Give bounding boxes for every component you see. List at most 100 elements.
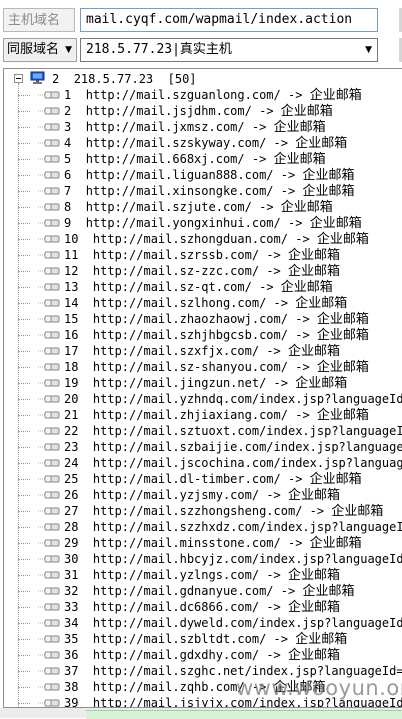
link-icon (38, 315, 60, 323)
link-icon (38, 267, 60, 275)
item-arrow: -> (295, 360, 310, 374)
tree-item-text: 9 http://mail.yongxinhui.com/ -> 企业邮箱 (64, 215, 362, 232)
link-icon (38, 235, 60, 243)
tree-item-text: 27 http://mail.szzhongsheng.com/ -> 企业邮箱 (64, 503, 383, 520)
domain-tree-view[interactable]: 2 218.5.77.23 [50] 1 http://mail.szguanl… (3, 68, 402, 708)
tree-item-text: 25 http://mail.dl-timber.com/ -> 企业邮箱 (64, 471, 362, 488)
item-title: 企业邮箱 (280, 280, 333, 295)
tree-item-text: 16 http://mail.szhjhbgcsb.com/ -> 企业邮箱 (64, 327, 369, 344)
item-title: 企业邮箱 (316, 232, 369, 247)
item-url: http://mail.hbcyjz.com/index.jsp?languag… (92, 552, 402, 566)
item-number: 36 (64, 648, 79, 662)
item-arrow: -> (259, 280, 274, 294)
tree-item-text: 35 http://mail.szbltdt.com/ -> 企业邮箱 (64, 631, 347, 648)
link-icon (38, 347, 60, 355)
item-number: 29 (64, 536, 79, 550)
tree-item-text: 6 http://mail.liguan888.com/ -> 企业邮箱 (64, 167, 354, 184)
tree-item-text: 1 http://mail.szguanlong.com/ -> 企业邮箱 (64, 87, 362, 104)
tree-item-text: 12 http://mail.sz-zzc.com/ -> 企业邮箱 (64, 263, 340, 280)
link-icon (38, 299, 60, 307)
tree-branch-line (18, 335, 30, 336)
item-number: 9 (64, 216, 72, 230)
item-arrow: -> (280, 584, 296, 598)
item-arrow: -> (287, 472, 303, 486)
item-title: 企业邮箱 (331, 504, 384, 519)
item-url: http://mail.zhaozhaowj.com/ (92, 312, 288, 326)
item-title: 企业邮箱 (316, 328, 369, 343)
link-icon (38, 395, 60, 403)
item-arrow: -> (273, 376, 288, 390)
link-icon (38, 107, 60, 115)
item-arrow: -> (273, 632, 288, 646)
item-title: 企业邮箱 (309, 216, 362, 231)
item-title: 企业邮箱 (302, 168, 355, 183)
link-icon (38, 219, 60, 227)
tree-branch-line (18, 127, 30, 128)
tree-branch-line (18, 191, 30, 192)
item-number: 26 (64, 488, 79, 502)
tree-branch-line (18, 511, 30, 512)
tree-item-text: 2 http://mail.jsjdhm.com/ -> 企业邮箱 (64, 103, 333, 120)
link-icon (38, 443, 60, 451)
same-server-row: 同服域名 ▼ 218.5.77.23|真实主机 ▼ (0, 38, 402, 64)
tree-branch-line (18, 175, 30, 176)
item-url: http://mail.gdxdhy.com/ (92, 648, 260, 662)
tree-branch-line (18, 639, 30, 640)
tree-item-text: 31 http://mail.yzlngs.com/ -> 企业邮箱 (64, 567, 340, 584)
item-url: http://mail.jscochina.com/index.jsp?lang… (92, 456, 402, 470)
link-icon (38, 123, 60, 131)
item-arrow: -> (295, 232, 310, 246)
item-url: http://mail.jsjdhm.com/ (85, 104, 252, 118)
link-icon (38, 683, 60, 691)
tree-item-text: 22 http://mail.sztuoxt.com/index.jsp?lan… (64, 423, 402, 439)
item-number: 31 (64, 568, 79, 582)
item-arrow: -> (266, 600, 281, 614)
item-title: 企业邮箱 (288, 488, 341, 503)
item-title: 企业邮箱 (295, 376, 348, 391)
item-url: http://mail.668xj.com/ (85, 152, 245, 166)
tree-item-text: 19 http://mail.jingzun.net/ -> 企业邮箱 (64, 375, 347, 392)
item-arrow: -> (295, 408, 310, 422)
tree-branch-line (18, 319, 30, 320)
item-arrow: -> (266, 344, 281, 358)
item-number: 2 (64, 104, 72, 118)
item-arrow: -> (287, 536, 303, 550)
ip-host-select[interactable]: 218.5.77.23|真实主机 ▼ (80, 38, 378, 62)
item-number: 12 (64, 264, 79, 278)
item-number: 13 (64, 280, 79, 294)
item-number: 1 (64, 88, 72, 102)
item-arrow: -> (273, 296, 288, 310)
item-title: 企业邮箱 (302, 184, 355, 199)
tree-branch-line (18, 367, 30, 368)
tree-branch-line (18, 447, 30, 448)
tree-branch-line (18, 255, 30, 256)
collapse-toggle-icon[interactable] (14, 74, 23, 83)
item-number: 10 (64, 232, 79, 246)
item-title: 企业邮箱 (309, 536, 362, 551)
mode-dropdown[interactable]: 同服域名 ▼ (3, 38, 77, 62)
link-icon (38, 91, 60, 99)
item-title: 企业邮箱 (280, 104, 333, 119)
item-url: http://mail.xinsongke.com/ (85, 184, 274, 198)
item-url: http://mail.zhjiaxiang.com/ (92, 408, 288, 422)
item-url: http://mail.dc6866.com/ (92, 600, 260, 614)
mode-dropdown-label: 同服域名 (7, 42, 60, 57)
link-icon (38, 699, 60, 707)
item-title: 企业邮箱 (288, 648, 341, 663)
tree-item-text: 18 http://mail.sz-shanyou.com/ -> 企业邮箱 (64, 359, 369, 376)
item-url: http://mail.szguanlong.com/ (85, 88, 281, 102)
item-url: http://mail.liguan888.com/ (85, 168, 274, 182)
tree-branch-line (18, 95, 30, 96)
item-title: 企业邮箱 (288, 600, 341, 615)
tree-branch-line (18, 623, 30, 624)
tree-branch-line (18, 159, 30, 160)
item-url: http://mail.yzhndq.com/index.jsp?languag… (92, 392, 402, 406)
tree-item-text: 5 http://mail.668xj.com/ -> 企业邮箱 (64, 151, 326, 168)
item-arrow: -> (251, 120, 267, 134)
tree-item-text: 34 http://mail.dyweld.com/index.jsp?lang… (64, 615, 402, 631)
item-arrow: -> (266, 488, 281, 502)
host-domain-input[interactable]: mail.cyqf.com/wapmail/index.action (80, 8, 378, 32)
tree-item-text: 17 http://mail.szxfjx.com/ -> 企业邮箱 (64, 343, 340, 360)
item-url: http://mail.sztuoxt.com/index.jsp?langua… (92, 424, 402, 438)
item-number: 20 (64, 392, 79, 406)
